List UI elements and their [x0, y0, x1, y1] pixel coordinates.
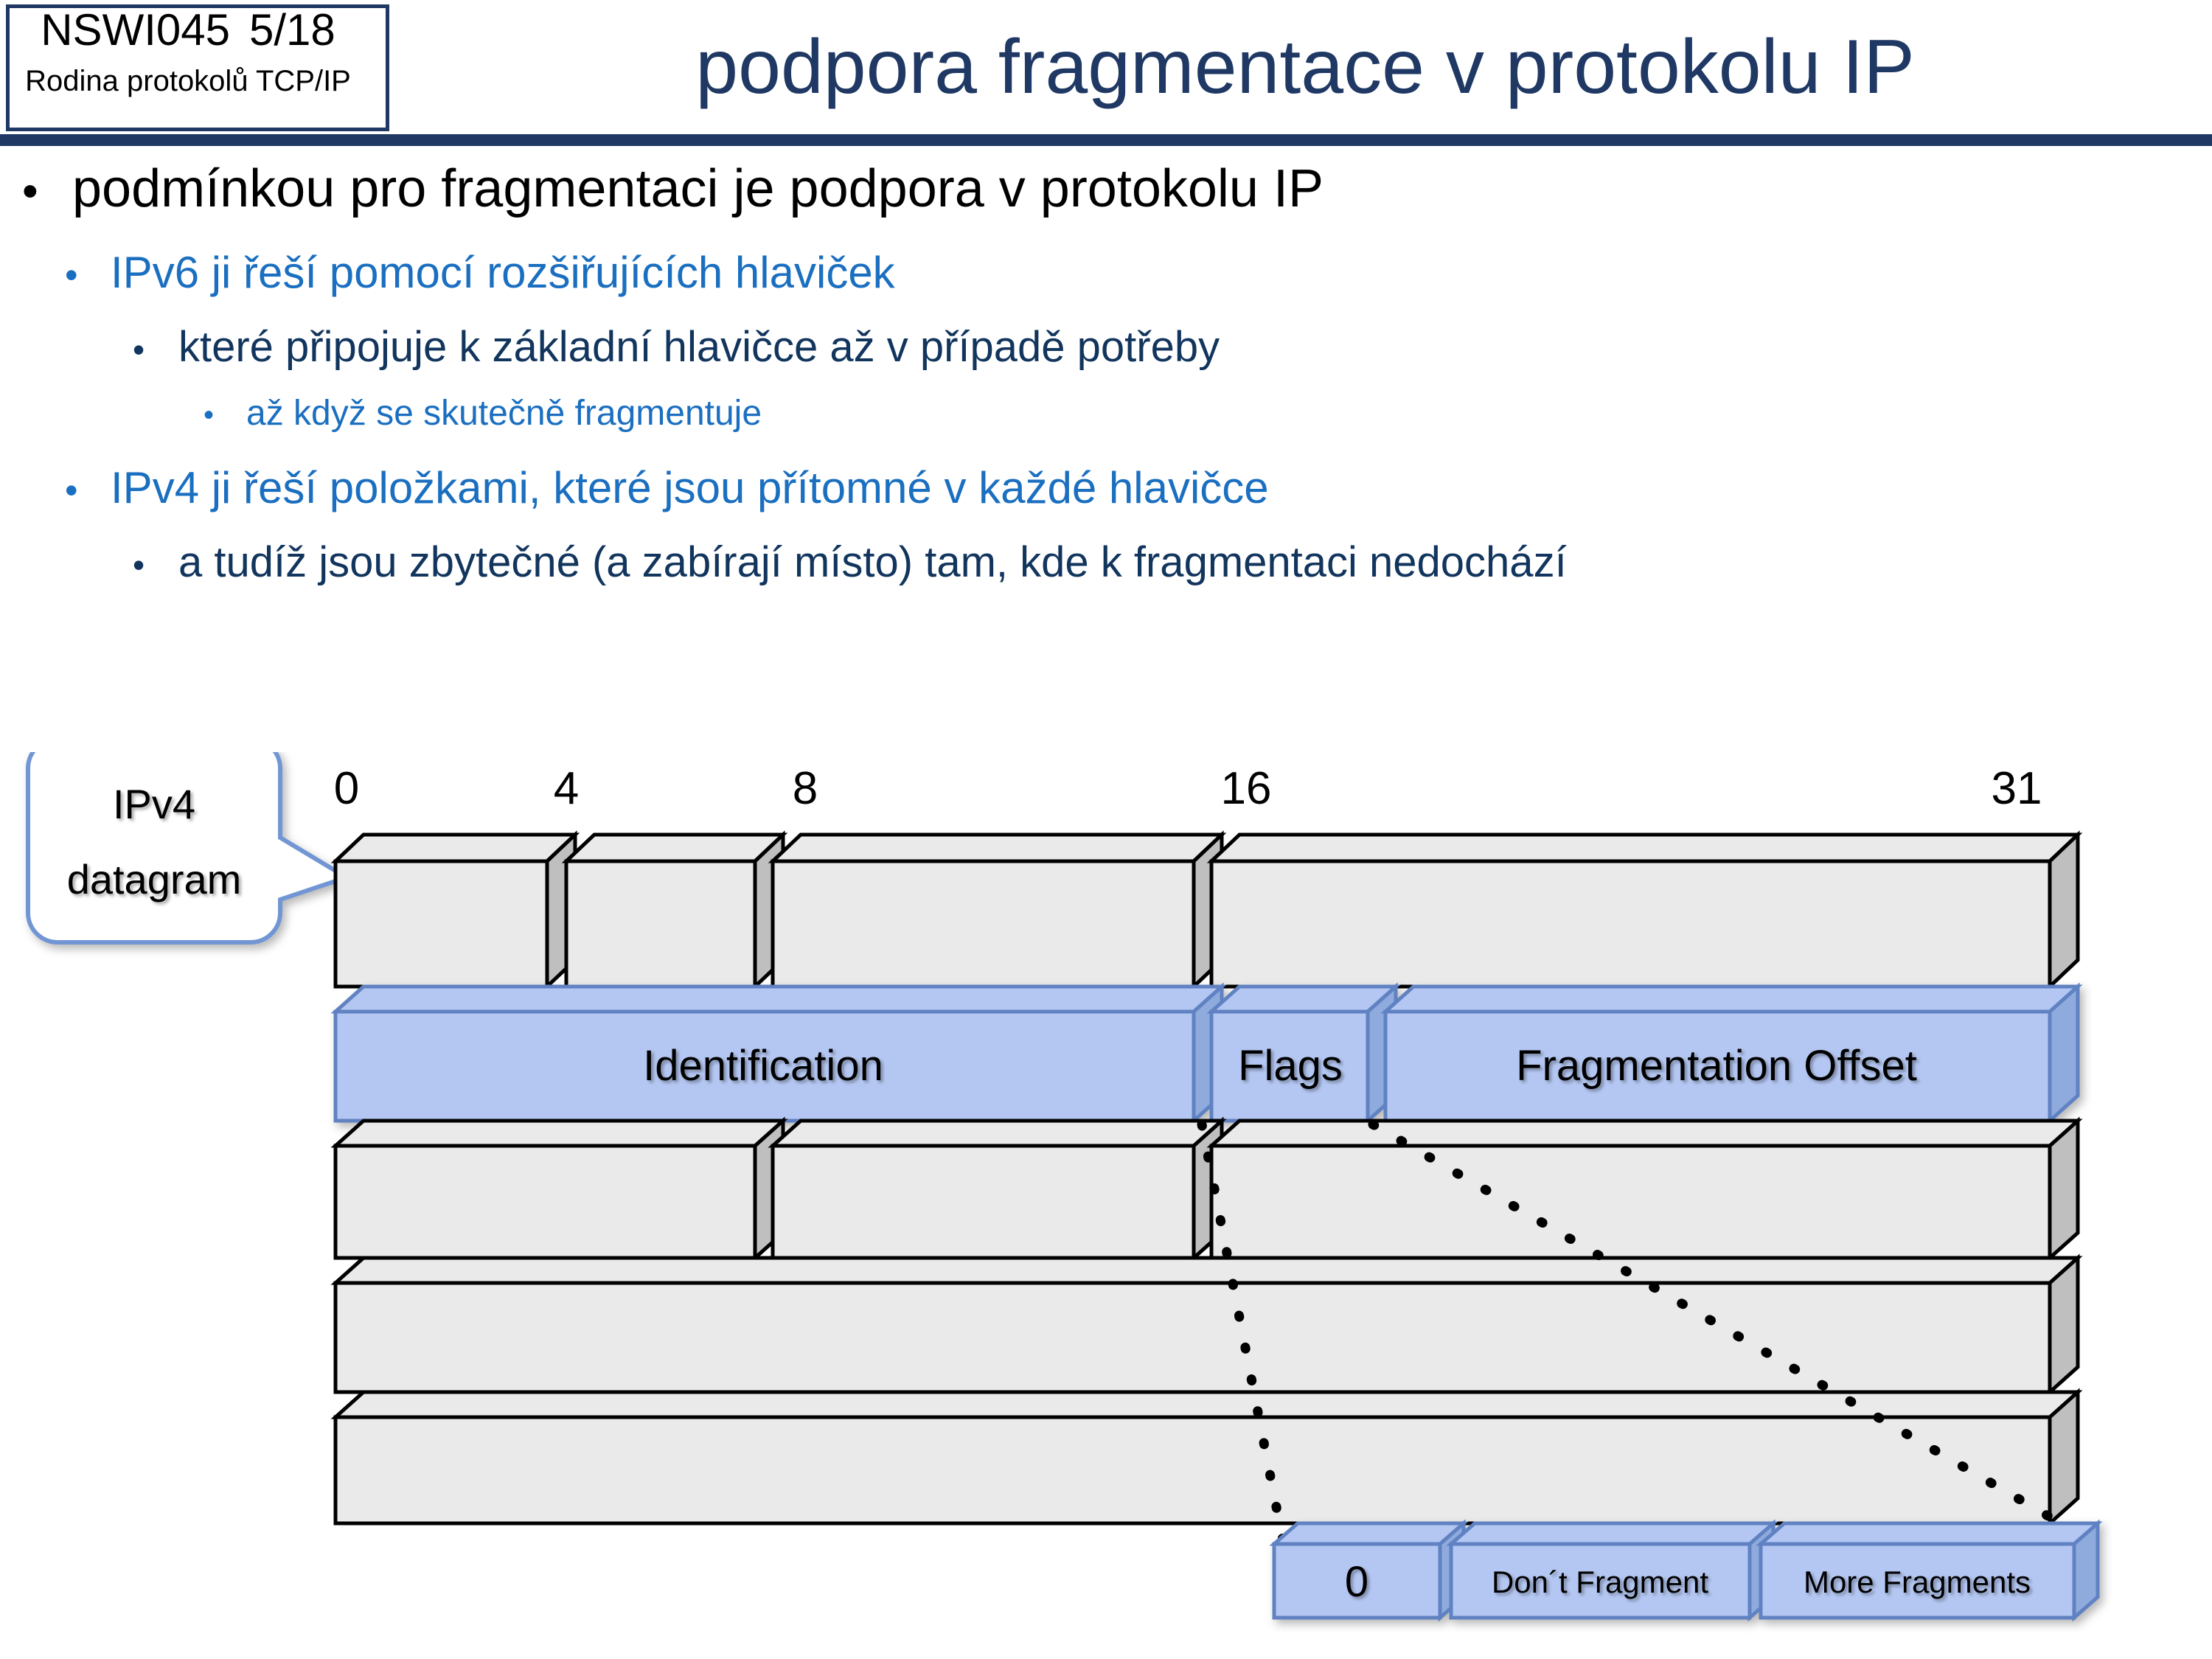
ipv4-header-diagram: IPv4 datagram 0 4 8 16 31 Identification… [0, 752, 2212, 1659]
bullet-marker: • [65, 254, 78, 296]
bullet-marker: • [22, 166, 38, 217]
bullet-item: • a tudíž jsou zbytečné (a zabírají míst… [133, 538, 2212, 607]
bullet-item: • podmínkou pro fragmentaci je podpora v… [22, 159, 2212, 238]
bullet-text: IPv4 ji řeší položkami, které jsou příto… [111, 463, 1269, 512]
row3-cell-checksum [1206, 1116, 2083, 1262]
header-row-4 [330, 1253, 2083, 1397]
row1-cell-total-length [1206, 830, 2083, 991]
callout-line-2: datagram [67, 856, 242, 902]
bullet-text: IPv6 ji řeší pomocí rozšiřujících hlavič… [111, 248, 895, 297]
bullet-item: • IPv4 ji řeší položkami, které jsou pří… [65, 462, 2212, 533]
bullet-item: • až když se skutečně fragmentuje [204, 393, 2212, 456]
row1-cell-tos [768, 830, 1227, 991]
row1-cell-version [330, 830, 580, 991]
page-title: podpora fragmentace v protokolu IP [695, 24, 1915, 110]
course-code: NSWI045 [41, 5, 230, 55]
bullet-marker: • [204, 399, 215, 431]
header-row-1 [330, 830, 2083, 991]
bullet-text: až když se skutečně fragmentuje [246, 394, 762, 433]
bit-label-16: 16 [1221, 763, 1272, 814]
row4-cell-source-address [330, 1253, 2083, 1397]
bullet-text: které připojuje k základní hlavičce až v… [178, 323, 1220, 371]
row5-cell-destination-address [330, 1388, 2083, 1528]
bit-label-8: 8 [793, 763, 818, 814]
slide-number: 5/18 [248, 5, 335, 55]
flag-label-reserved: 0 [1345, 1558, 1368, 1606]
bullet-item: • které připojuje k základní hlavičce až… [133, 322, 2212, 392]
row3-cell-ttl [330, 1116, 788, 1262]
slide-header: NSWI045 5/18 Rodina protokolů TCP/IP podp… [0, 0, 2212, 146]
flag-box-reserved [1269, 1519, 1469, 1622]
bit-label-31: 31 [1992, 763, 2042, 814]
field-label-fragmentation-offset: Fragmentation Offset [1516, 1042, 1917, 1090]
bullet-item: • IPv6 ji řeší pomocí rozšiřujících hlav… [65, 247, 2212, 318]
flag-label-more-fragments: More Fragments [1804, 1565, 2031, 1599]
field-label-flags: Flags [1238, 1042, 1343, 1090]
slide-code-row: NSWI045 5/18 [0, 4, 376, 55]
bullet-text: a tudíž jsou zbytečné (a zabírají místo)… [178, 538, 1567, 586]
flag-label-dont-fragment: Don´t Fragment [1492, 1565, 1708, 1599]
callout-line-1: IPv4 [113, 781, 195, 827]
field-label-identification: Identification [643, 1042, 883, 1090]
bullet-list: • podmínkou pro fragmentaci je podpora v… [0, 159, 2212, 607]
row1-cell-ihl [561, 830, 788, 991]
bullet-text: podmínkou pro fragmentaci je podpora v p… [72, 159, 1324, 218]
row3-cell-protocol [768, 1116, 1227, 1262]
bullet-marker: • [133, 330, 145, 369]
bullet-marker: • [65, 470, 78, 511]
header-divider [0, 134, 2212, 146]
bit-label-0: 0 [334, 763, 359, 814]
bit-label-4: 4 [554, 763, 579, 814]
course-subtitle: Rodina protokolů TCP/IP [25, 65, 351, 97]
header-row-3 [330, 1116, 2083, 1262]
header-row-5 [330, 1388, 2083, 1528]
bullet-marker: • [133, 546, 145, 584]
